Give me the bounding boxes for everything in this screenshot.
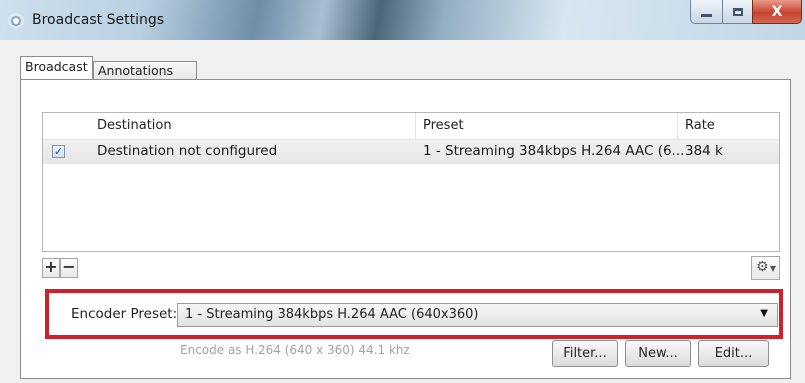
encoder-preset-dropdown[interactable]: 1 - Streaming 384kbps H.264 AAC (640x360…: [177, 303, 778, 327]
chevron-down-icon: ▼: [760, 308, 768, 319]
close-button[interactable]: X: [752, 0, 802, 24]
remove-destination-button[interactable]: −: [60, 258, 78, 278]
encoder-preset-label: Encoder Preset:: [71, 306, 178, 322]
tab-broadcast[interactable]: Broadcast: [20, 56, 93, 79]
edit-preset-button[interactable]: Edit...: [698, 340, 769, 367]
gear-icon: ⚙: [756, 259, 769, 275]
window-title: Broadcast Settings: [32, 12, 165, 28]
destination-cell: Destination not configured: [97, 143, 278, 159]
new-preset-button[interactable]: New...: [625, 340, 691, 367]
rate-cell: 384 k: [685, 143, 723, 159]
column-divider: [677, 113, 678, 139]
broadcast-app-icon: [8, 13, 24, 29]
table-row[interactable]: ✓ Destination not configured 1 - Streami…: [43, 140, 779, 164]
row-enabled-checkbox[interactable]: ✓: [52, 145, 65, 158]
broadcast-settings-window: Broadcast Settings X Broadcast Annotatio…: [0, 0, 805, 383]
column-header-rate[interactable]: Rate: [685, 118, 715, 133]
encoder-description: Encode as H.264 (640 x 360) 44.1 khz: [180, 343, 410, 357]
maximize-icon: [732, 7, 743, 16]
settings-menu-button[interactable]: ⚙ ▼: [751, 256, 780, 280]
minimize-icon: [701, 14, 712, 17]
table-header: Destination Preset Rate: [43, 113, 779, 140]
tab-annotations[interactable]: Annotations: [93, 61, 197, 80]
destinations-table: Destination Preset Rate ✓ Destination no…: [42, 112, 780, 252]
add-destination-button[interactable]: +: [42, 258, 60, 278]
column-header-preset[interactable]: Preset: [423, 118, 464, 133]
maximize-button[interactable]: [722, 0, 753, 24]
column-header-destination[interactable]: Destination: [97, 118, 172, 133]
preset-cell: 1 - Streaming 384kbps H.264 AAC (6...: [423, 143, 685, 159]
minimize-button[interactable]: [690, 0, 723, 24]
chevron-down-icon: ▼: [769, 264, 776, 273]
encoder-preset-value: 1 - Streaming 384kbps H.264 AAC (640x360…: [185, 307, 479, 322]
filter-button[interactable]: Filter...: [552, 340, 618, 367]
title-bar[interactable]: Broadcast Settings X: [0, 0, 805, 40]
column-divider: [415, 113, 416, 139]
close-icon: X: [771, 3, 783, 20]
